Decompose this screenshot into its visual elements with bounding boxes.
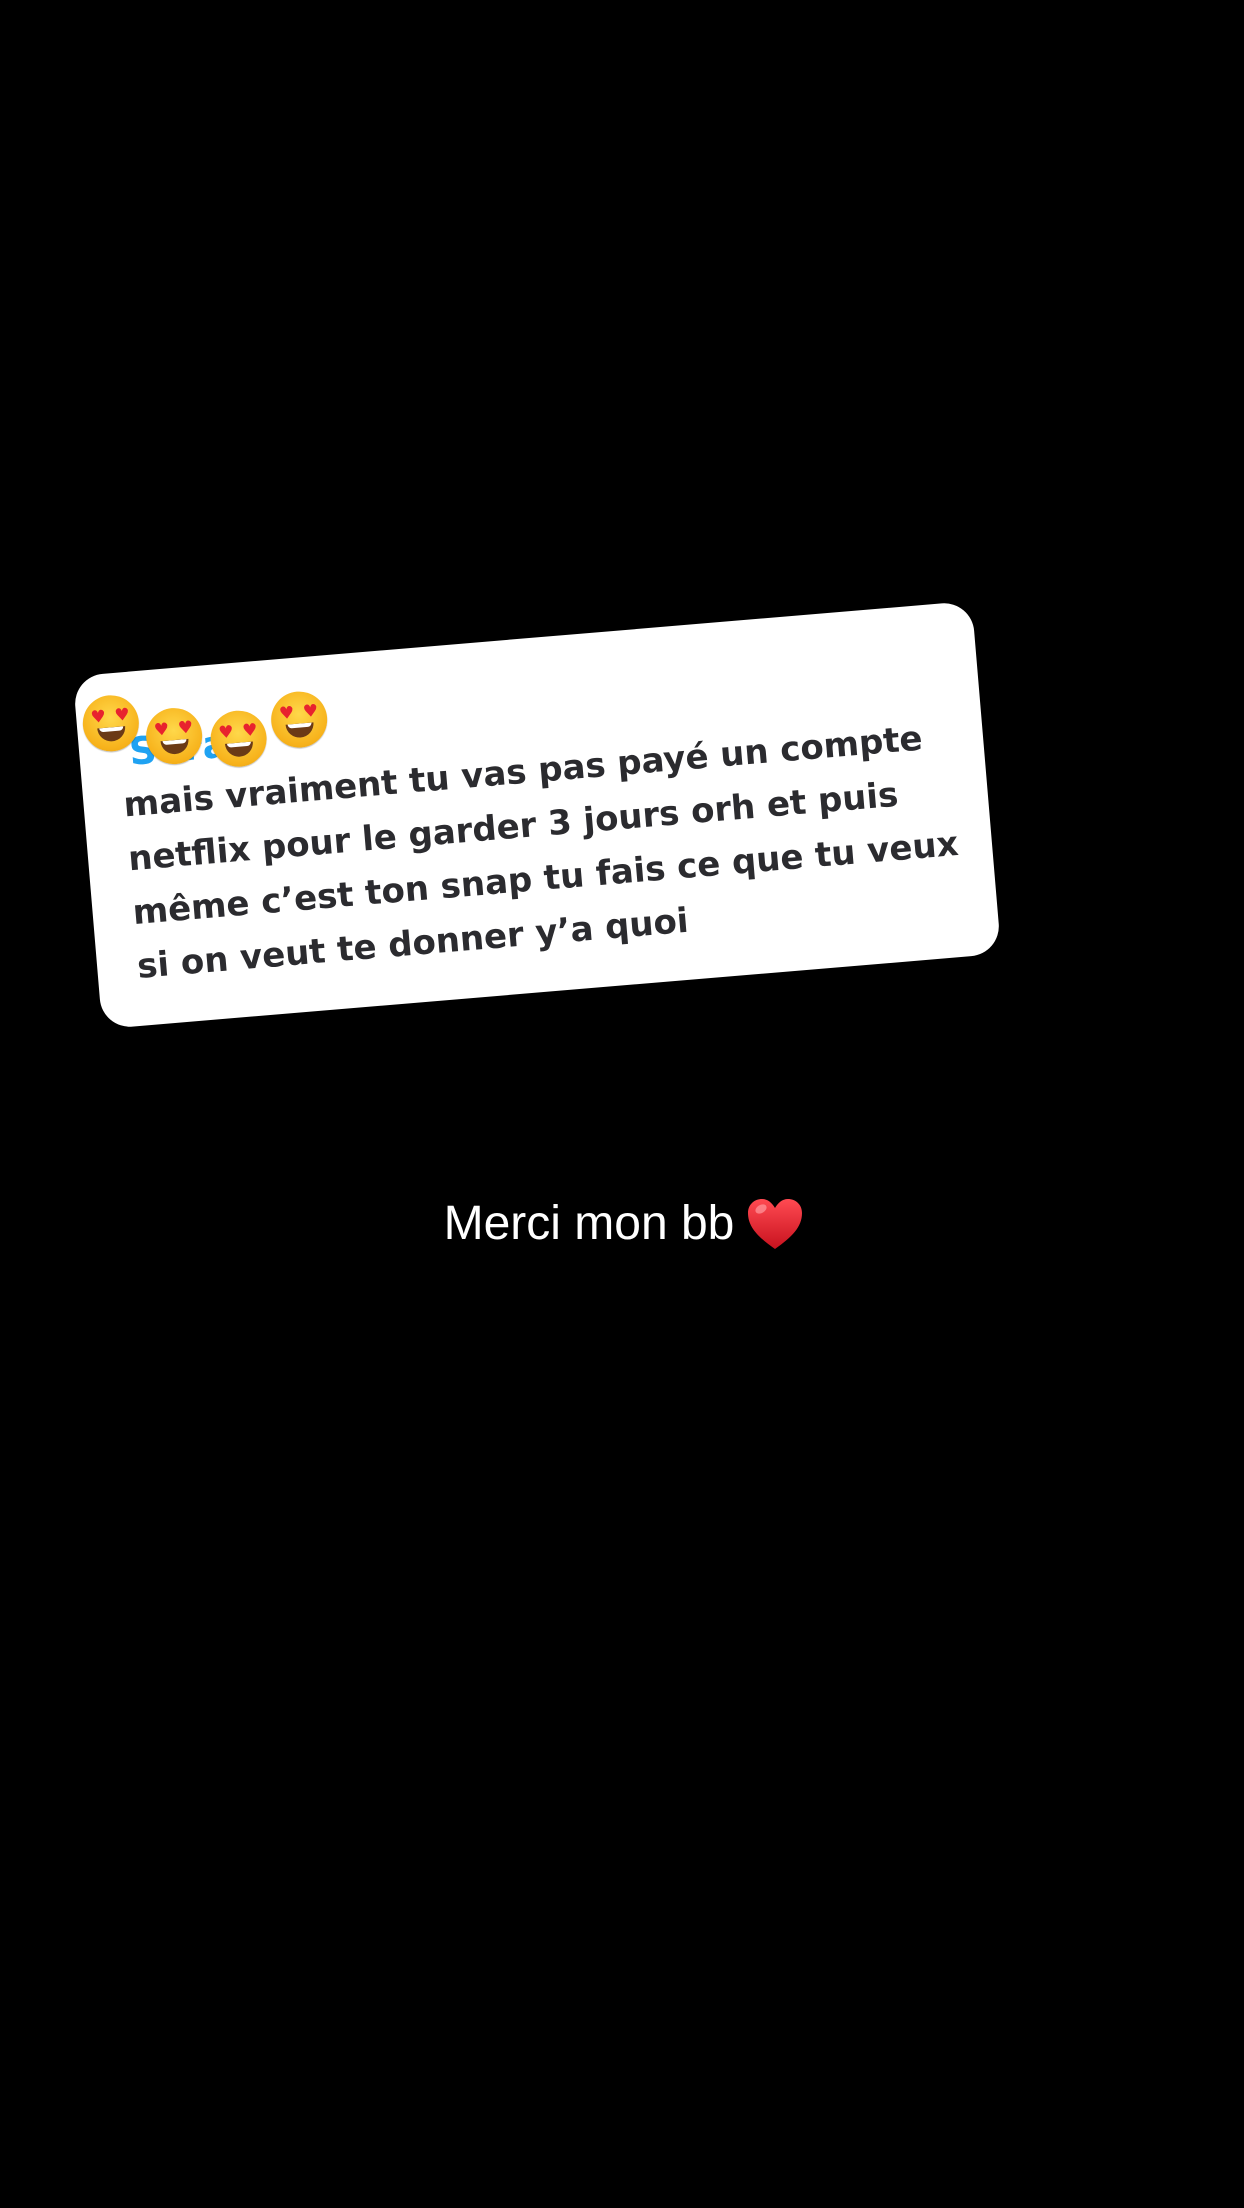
red-heart-icon xyxy=(748,1199,803,1249)
story-canvas: Sarah ♥♥ ♥♥ ♥♥ ♥♥ mais vraiment tu vas p… xyxy=(0,0,1244,2208)
caption-text: Merci mon bb xyxy=(443,1197,735,1250)
story-caption: Merci mon bb xyxy=(0,1196,1244,1251)
heart-eyes-icon: ♥ ♥ xyxy=(268,689,330,750)
quoted-reply-card: Sarah ♥♥ ♥♥ ♥♥ ♥♥ mais vraiment tu vas p… xyxy=(72,600,1002,1030)
emoji-sticker-row: ♥ ♥ ♥ ♥ ♥ ♥ ♥ ♥ xyxy=(80,689,330,778)
